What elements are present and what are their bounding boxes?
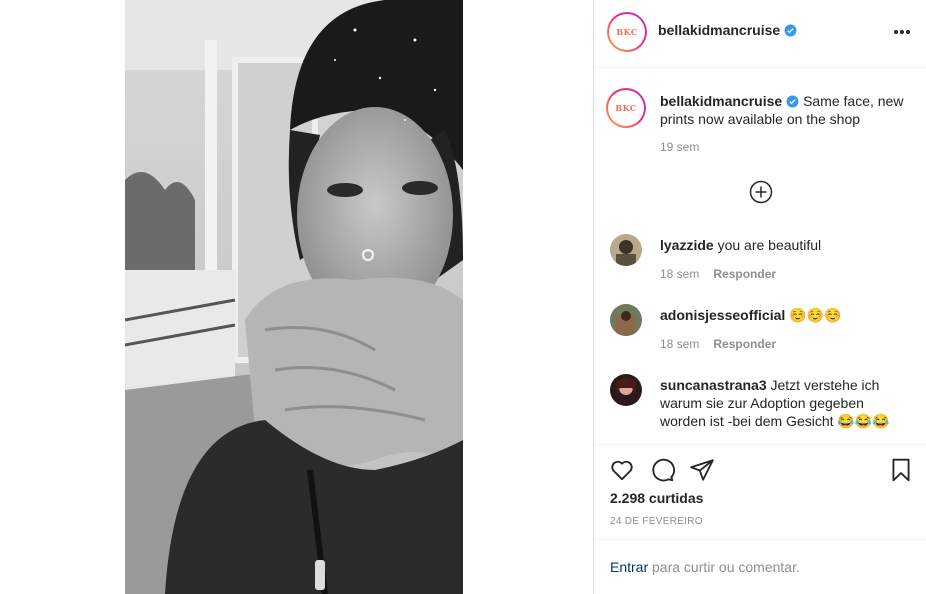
login-prompt-text: para curtir ou comentar.	[648, 559, 800, 575]
commenter-avatar[interactable]	[610, 374, 642, 406]
author-avatar[interactable]: BKC	[607, 12, 647, 52]
post-sidebar: BKC bellakidmancruise BKC bellakidmancru…	[594, 0, 926, 594]
comment-body: lyazzide you are beautiful	[660, 236, 910, 254]
comment-text: you are beautiful	[717, 237, 822, 253]
commenter-username[interactable]: suncanastrana3	[660, 377, 767, 393]
more-options-icon[interactable]	[892, 22, 912, 42]
commenter-username[interactable]: lyazzide	[660, 237, 714, 253]
caption-age[interactable]: 19 sem	[660, 140, 699, 154]
paper-plane-icon[interactable]	[689, 457, 715, 483]
caption-text-block: bellakidmancruise Same face, new prints …	[660, 92, 912, 128]
comment-meta: 18 sem Responder	[660, 267, 776, 281]
comment-age[interactable]: 18 sem	[660, 337, 699, 351]
comment-meta: 18 sem Responder	[660, 337, 776, 351]
bookmark-icon[interactable]	[888, 457, 914, 483]
avatar-logo: BKC	[616, 27, 638, 37]
commenter-username[interactable]: adonisjesseofficial	[660, 307, 785, 323]
post-photo[interactable]	[125, 0, 463, 594]
caption-username[interactable]: bellakidmancruise	[660, 93, 782, 109]
post-media	[0, 0, 594, 594]
comment-icon[interactable]	[649, 457, 675, 483]
comment-body: adonisjesseofficial ☺️☺️☺️	[660, 306, 910, 324]
comments-section: BKC bellakidmancruise Same face, new pri…	[594, 68, 926, 444]
photo-image	[125, 0, 463, 594]
post-header: BKC bellakidmancruise	[594, 0, 926, 68]
heart-icon[interactable]	[609, 457, 635, 483]
action-bar: 2.298 curtidas 24 DE FEVEREIRO	[594, 444, 926, 539]
likes-count[interactable]: 2.298 curtidas	[610, 490, 703, 506]
avatar-logo: BKC	[615, 103, 637, 113]
comment-body: suncanastrana3 Jetzt verstehe ich warum …	[660, 376, 910, 430]
load-more-comments-icon[interactable]	[749, 180, 773, 204]
comment-text: ☺️☺️☺️	[789, 307, 842, 323]
post-date[interactable]: 24 DE FEVEREIRO	[610, 516, 703, 527]
commenter-avatar[interactable]	[610, 304, 642, 336]
commenter-avatar[interactable]	[610, 234, 642, 266]
author-username[interactable]: bellakidmancruise	[658, 22, 780, 38]
comment-age[interactable]: 18 sem	[660, 267, 699, 281]
reply-button[interactable]: Responder	[713, 267, 776, 281]
login-link[interactable]: Entrar	[610, 559, 648, 575]
reply-button[interactable]: Responder	[713, 337, 776, 351]
caption-avatar[interactable]: BKC	[606, 88, 646, 128]
login-prompt: Entrar para curtir ou comentar.	[594, 539, 926, 594]
verified-badge-icon	[784, 24, 797, 37]
verified-badge-icon	[786, 95, 799, 108]
